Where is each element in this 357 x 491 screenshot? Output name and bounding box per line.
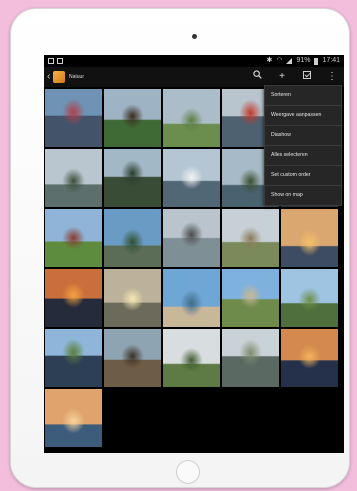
album-title: Natuur	[69, 74, 85, 80]
checkbox-glyph	[303, 71, 311, 79]
photo-thumbnail[interactable]	[163, 89, 220, 147]
photo-thumbnail[interactable]	[222, 329, 279, 387]
signal-icon	[286, 58, 293, 64]
menu-item[interactable]: Show on map	[265, 186, 341, 205]
photo-thumbnail[interactable]	[104, 209, 161, 267]
photo-thumbnail[interactable]	[104, 89, 161, 147]
front-camera	[192, 34, 197, 39]
battery-icon	[314, 57, 319, 65]
photo-thumbnail[interactable]	[281, 329, 338, 387]
photo-thumbnail[interactable]	[104, 269, 161, 327]
back-chevron-icon[interactable]: ‹	[47, 70, 50, 84]
photo-thumbnail[interactable]	[222, 209, 279, 267]
tablet-frame: ✱ ◠ 91% 17:41 ‹ Natuur + ⋮ Sorteren Weer…	[10, 8, 350, 488]
photo-thumbnail[interactable]	[163, 149, 220, 207]
gallery-app-icon[interactable]	[53, 71, 65, 83]
select-check-icon[interactable]	[301, 69, 313, 85]
battery-percent: 91%	[296, 57, 311, 64]
wifi-icon: ◠	[276, 57, 283, 64]
photo-thumbnail[interactable]	[45, 329, 102, 387]
bluetooth-icon: ✱	[266, 57, 273, 64]
search-glyph	[252, 70, 262, 79]
notification-message-icon	[57, 58, 63, 64]
menu-item[interactable]: Diashow	[265, 126, 341, 146]
menu-item[interactable]: Set custom order	[265, 166, 341, 186]
photo-thumbnail[interactable]	[281, 269, 338, 327]
clock: 17:41	[322, 57, 340, 64]
status-bar: ✱ ◠ 91% 17:41	[44, 55, 344, 67]
photo-thumbnail[interactable]	[281, 209, 338, 267]
menu-item[interactable]: Weergave aanpassen	[265, 106, 341, 126]
menu-item[interactable]: Alles selecteren	[265, 146, 341, 166]
overflow-menu: Sorteren Weergave aanpassen Diashow Alles s…	[264, 85, 342, 206]
menu-item[interactable]: Sorteren	[265, 86, 341, 106]
photo-thumbnail[interactable]	[45, 209, 102, 267]
photo-thumbnail[interactable]	[163, 269, 220, 327]
photo-thumbnail[interactable]	[222, 269, 279, 327]
photo-thumbnail[interactable]	[163, 329, 220, 387]
action-bar: ‹ Natuur + ⋮	[44, 67, 344, 87]
overflow-menu-icon[interactable]: ⋮	[326, 69, 338, 85]
photo-thumbnail[interactable]	[104, 149, 161, 207]
photo-thumbnail[interactable]	[45, 149, 102, 207]
notification-image-icon	[48, 58, 54, 64]
photo-thumbnail[interactable]	[45, 389, 102, 447]
home-button[interactable]	[176, 460, 200, 484]
photo-thumbnail[interactable]	[163, 209, 220, 267]
photo-thumbnail[interactable]	[104, 329, 161, 387]
search-icon[interactable]	[251, 69, 263, 85]
photo-thumbnail[interactable]	[45, 89, 102, 147]
screen: ✱ ◠ 91% 17:41 ‹ Natuur + ⋮ Sorteren Weer…	[44, 55, 344, 453]
add-icon[interactable]: +	[276, 69, 288, 85]
photo-thumbnail[interactable]	[45, 269, 102, 327]
